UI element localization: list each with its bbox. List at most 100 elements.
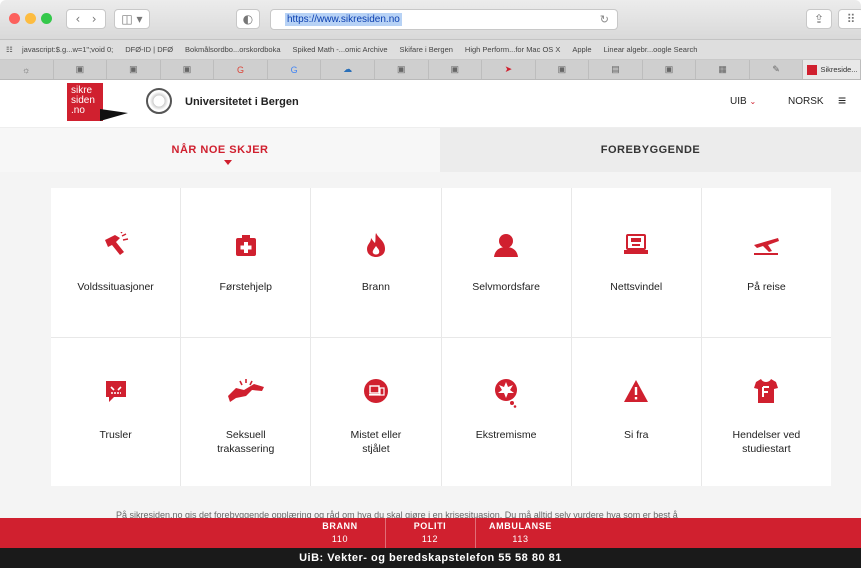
tab-item[interactable]: ▣ bbox=[161, 60, 215, 79]
tile-label: Hendelser ved studiestart bbox=[702, 428, 831, 456]
shield-icon: ◐ bbox=[242, 12, 254, 26]
tab-item[interactable]: ☁ bbox=[321, 60, 375, 79]
university-name[interactable]: Universitetet i Bergen bbox=[185, 96, 299, 108]
tile-selvmordsfare[interactable]: Selvmordsfare bbox=[441, 188, 571, 337]
tile-nettsvindel[interactable]: Nettsvindel bbox=[571, 188, 701, 337]
reload-icon[interactable]: ↻ bbox=[600, 13, 609, 26]
fire-icon bbox=[362, 232, 390, 258]
security-phone-bar[interactable]: UiB: Vekter- og beredskapstelefon 55 58 … bbox=[0, 548, 861, 568]
tab-item[interactable]: ▤ bbox=[589, 60, 643, 79]
back-forward-buttons[interactable]: ‹ › bbox=[66, 9, 106, 29]
url-text[interactable]: https://www.sikresiden.no bbox=[285, 13, 402, 26]
hacker-laptop-icon bbox=[622, 232, 650, 258]
tile-pa-reise[interactable]: På reise bbox=[701, 188, 831, 337]
site-logo[interactable]: sikre siden .no bbox=[67, 83, 103, 121]
uib-seal-icon[interactable] bbox=[146, 88, 172, 114]
reading-list-icon[interactable]: ☷ bbox=[6, 45, 13, 54]
tab-item[interactable]: ☼ bbox=[0, 60, 54, 79]
favicon-icon: ✎ bbox=[772, 64, 780, 74]
tab-item[interactable]: ▣ bbox=[643, 60, 697, 79]
tab-item-active[interactable]: Sikreside... bbox=[803, 60, 861, 79]
bookmark-item[interactable]: DFØ-ID | DFØ bbox=[125, 45, 173, 54]
tile-label: Ekstremisme bbox=[475, 428, 537, 441]
share-button[interactable]: ⇪ bbox=[806, 9, 832, 29]
language-selector[interactable]: NORSK bbox=[788, 96, 824, 107]
tile-si-fra[interactable]: Si fra bbox=[571, 337, 701, 486]
emergency-politi[interactable]: POLITI 112 bbox=[386, 518, 476, 548]
share-icon: ⇪ bbox=[813, 12, 825, 26]
tile-ekstremisme[interactable]: Ekstremisme bbox=[441, 337, 571, 486]
tile-label: Nettsvindel bbox=[610, 281, 663, 293]
tab-item[interactable]: ▣ bbox=[536, 60, 590, 79]
tile-forstehjelp[interactable]: Førstehjelp bbox=[181, 188, 311, 337]
tab-item[interactable]: G bbox=[214, 60, 268, 79]
tab-preventive[interactable]: FOREBYGGENDE bbox=[440, 128, 861, 172]
topic-grid: Voldssituasjoner Førstehjelp Brann Selvm… bbox=[51, 188, 831, 486]
tab-item[interactable]: ▦ bbox=[696, 60, 750, 79]
tile-label: Si fra bbox=[623, 428, 649, 441]
emergency-brann[interactable]: BRANN 110 bbox=[296, 518, 386, 548]
browser-titlebar: ‹ › ◫ ▾ ◐ https://www.sikresiden.no ↻ ⇪ … bbox=[0, 0, 861, 40]
back-icon[interactable]: ‹ bbox=[75, 12, 80, 26]
emergency-label: POLITI bbox=[413, 521, 447, 531]
tab-item[interactable]: ▣ bbox=[107, 60, 161, 79]
airplane-icon bbox=[752, 232, 780, 258]
tab-item[interactable]: ➤ bbox=[482, 60, 536, 79]
emergency-number: 112 bbox=[421, 534, 439, 544]
tab-when-something-happens[interactable]: NÅR NOE SKJER bbox=[0, 128, 440, 172]
emergency-label: BRANN bbox=[322, 521, 358, 531]
bookmark-item[interactable]: Bokmålsordbo...orskordboka bbox=[185, 45, 280, 54]
favicon-icon: ▣ bbox=[75, 64, 85, 74]
logo-line: .no bbox=[71, 105, 85, 116]
active-tab-caret bbox=[224, 160, 232, 165]
tab-title: Sikreside... bbox=[820, 65, 858, 74]
bookmark-item[interactable]: Skifare i Bergen bbox=[400, 45, 453, 54]
favicon-icon: ▣ bbox=[396, 64, 406, 74]
maximize-window-button[interactable] bbox=[41, 13, 52, 24]
minimize-window-button[interactable] bbox=[25, 13, 36, 24]
emergency-label: AMBULANSE bbox=[489, 521, 552, 531]
favicon-icon: ▣ bbox=[182, 64, 192, 74]
tab-item[interactable]: ✎ bbox=[750, 60, 804, 79]
bookmark-item[interactable]: Apple bbox=[572, 45, 591, 54]
bookmark-item[interactable]: javascript:$.g...w=1";void 0; bbox=[22, 45, 113, 54]
chevron-down-icon: ⌄ bbox=[749, 97, 757, 106]
tile-voldssituasjoner[interactable]: Voldssituasjoner bbox=[51, 188, 181, 337]
privacy-button[interactable]: ◐ bbox=[236, 9, 260, 29]
warning-icon bbox=[622, 378, 650, 404]
tab-item[interactable]: ▣ bbox=[375, 60, 429, 79]
tab-overview-button[interactable]: ⠿ bbox=[838, 9, 861, 29]
tile-label: Selvmordsfare bbox=[472, 281, 540, 293]
tile-label: På reise bbox=[747, 281, 786, 293]
tile-label-text: Hendelser ved studiestart bbox=[732, 428, 801, 455]
address-bar[interactable]: https://www.sikresiden.no ↻ bbox=[270, 9, 618, 30]
tab-item[interactable]: ▣ bbox=[54, 60, 108, 79]
tile-brann[interactable]: Brann bbox=[311, 188, 441, 337]
tab-item[interactable]: ▣ bbox=[429, 60, 483, 79]
emergency-bar: BRANN 110 POLITI 112 AMBULANSE 113 bbox=[0, 518, 861, 548]
google-icon: G bbox=[237, 64, 245, 75]
grid-icon: ⠿ bbox=[846, 12, 856, 26]
hand-violence-icon bbox=[102, 232, 130, 258]
hamburger-menu-icon[interactable]: ≡ bbox=[838, 92, 846, 108]
sidebar-icon: ◫ ▾ bbox=[121, 12, 143, 26]
tile-hendelser-ved-studiestart[interactable]: Hendelser ved studiestart bbox=[701, 337, 831, 486]
tab-item[interactable]: G bbox=[268, 60, 322, 79]
tshirt-icon bbox=[752, 378, 780, 404]
close-window-button[interactable] bbox=[9, 13, 20, 24]
google-icon: G bbox=[290, 64, 298, 75]
bookmark-item[interactable]: High Perform...for Mac OS X bbox=[465, 45, 560, 54]
bookmark-item[interactable]: Linear algebr...oogle Search bbox=[604, 45, 698, 54]
person-icon bbox=[492, 232, 520, 258]
emergency-ambulanse[interactable]: AMBULANSE 113 bbox=[476, 518, 566, 548]
tile-label-text: Mistet eller stjålet bbox=[350, 428, 402, 455]
tile-seksuell-trakassering[interactable]: Seksuell trakassering bbox=[181, 337, 311, 486]
tile-mistet-eller-stjalet[interactable]: Mistet eller stjålet bbox=[311, 337, 441, 486]
bookmark-item[interactable]: Spiked Math -...omic Archive bbox=[293, 45, 388, 54]
sidebar-toggle-button[interactable]: ◫ ▾ bbox=[114, 9, 150, 29]
favicon-icon: ☼ bbox=[22, 64, 31, 75]
tile-trusler[interactable]: Trusler bbox=[51, 337, 181, 486]
uib-menu[interactable]: UIB ⌄ bbox=[730, 96, 756, 107]
bookmarks-bar: ☷ javascript:$.g...w=1";void 0; DFØ-ID |… bbox=[0, 40, 861, 60]
forward-icon[interactable]: › bbox=[92, 12, 97, 26]
